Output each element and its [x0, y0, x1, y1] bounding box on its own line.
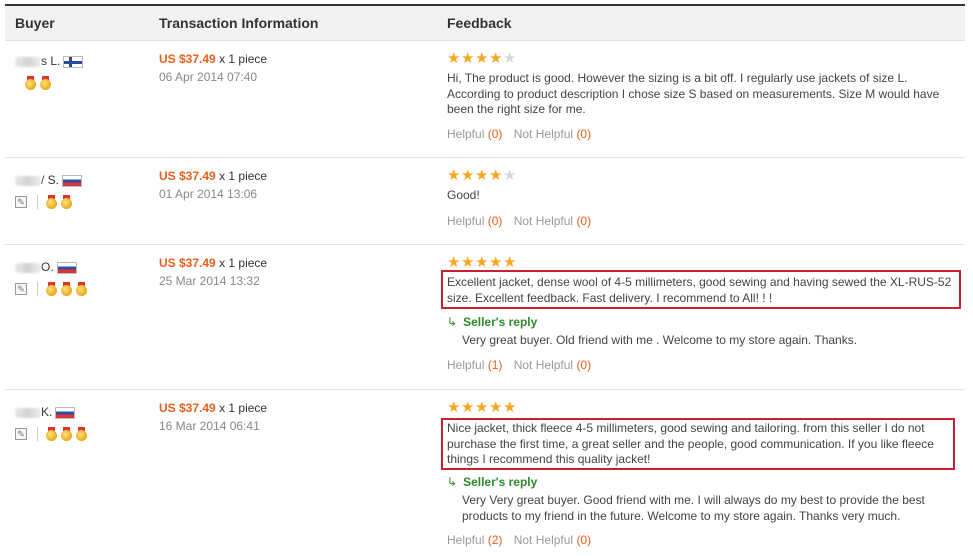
medal-icon: [40, 76, 51, 90]
redacted-name: [15, 175, 41, 186]
helpful-votes: Helpful (2) Not Helpful (0): [447, 533, 591, 547]
edit-icon[interactable]: ✎: [15, 428, 27, 440]
transaction-date: 16 Mar 2014 06:41: [159, 419, 260, 433]
medal-icon: [25, 76, 36, 90]
medal-icon: [76, 427, 87, 441]
not-helpful-link[interactable]: Not Helpful (0): [514, 127, 591, 141]
star-icon: ★: [503, 399, 517, 416]
transaction-column-header: Transaction Information: [159, 15, 319, 31]
russia-flag-icon: [56, 261, 77, 274]
transaction-price: US $37.49 x 1 piece: [159, 52, 268, 66]
medal-icon: [46, 427, 57, 441]
buyer-name[interactable]: K.: [15, 405, 76, 419]
transaction-price: US $37.49 x 1 piece: [159, 169, 268, 183]
not-helpful-link[interactable]: Not Helpful (0): [514, 533, 591, 547]
buyer-badges: ✎: [15, 282, 91, 296]
star-icon: ★: [475, 399, 489, 416]
star-icon: ★: [489, 399, 503, 416]
star-icon: ★: [489, 167, 503, 184]
rating-stars: ★ ★ ★ ★ ★: [447, 254, 517, 271]
helpful-link[interactable]: Helpful (0): [447, 127, 502, 141]
helpful-votes: Helpful (0) Not Helpful (0): [447, 127, 591, 141]
seller-reply-label: ↳ Seller's reply: [447, 475, 538, 489]
feedback-text: Nice jacket, thick fleece 4-5 millimeter…: [447, 421, 934, 466]
rating-stars: ★ ★ ★ ★ ★: [447, 167, 517, 184]
buyer-badges: [25, 76, 55, 90]
edit-icon[interactable]: ✎: [15, 196, 27, 208]
redacted-name: [15, 56, 41, 67]
review-row: K. ✎ US $37.49 x 1 piece 16 Mar 2014 06:…: [5, 390, 965, 555]
seller-reply-text: Very Very great buyer. Good friend with …: [462, 493, 925, 523]
not-helpful-link[interactable]: Not Helpful (0): [514, 358, 591, 372]
helpful-votes: Helpful (1) Not Helpful (0): [447, 358, 591, 372]
table-header: Buyer Transaction Information Feedback: [5, 6, 965, 41]
medal-icon: [61, 195, 72, 209]
buyer-column-header: Buyer: [15, 15, 55, 31]
russia-flag-icon: [62, 174, 83, 187]
star-icon: ★: [475, 167, 489, 184]
star-icon: ★: [447, 254, 461, 271]
buyer-name[interactable]: s L.: [15, 54, 84, 68]
buyer-name[interactable]: O.: [15, 260, 77, 274]
russia-flag-icon: [55, 406, 76, 419]
star-icon: ★: [489, 50, 503, 67]
feedback-text: Hi, The product is good. However the siz…: [447, 71, 940, 116]
rating-stars: ★ ★ ★ ★ ★: [447, 399, 517, 416]
medal-icon: [76, 282, 87, 296]
star-icon: ★: [447, 167, 461, 184]
reply-arrow-icon: ↳: [447, 475, 458, 489]
redacted-name: [15, 262, 41, 273]
feedback-column-header: Feedback: [447, 15, 512, 31]
star-empty-icon: ★: [503, 167, 517, 184]
feedback-text: Excellent jacket, dense wool of 4-5 mill…: [447, 275, 952, 305]
medal-icon: [46, 282, 57, 296]
transaction-price: US $37.49 x 1 piece: [159, 256, 268, 270]
star-icon: ★: [461, 399, 475, 416]
buyer-badges: ✎: [15, 195, 76, 209]
helpful-link[interactable]: Helpful (0): [447, 214, 502, 228]
seller-reply-label: ↳ Seller's reply: [447, 315, 538, 329]
star-icon: ★: [461, 167, 475, 184]
buyer-badges: ✎: [15, 427, 91, 441]
review-row: O. ✎ US $37.49 x 1 piece 25 Mar 2014 13:…: [5, 245, 965, 390]
medal-icon: [61, 427, 72, 441]
helpful-link[interactable]: Helpful (1): [447, 358, 502, 372]
helpful-link[interactable]: Helpful (2): [447, 533, 502, 547]
reply-arrow-icon: ↳: [447, 315, 458, 329]
finland-flag-icon: [63, 55, 84, 68]
star-icon: ★: [447, 50, 461, 67]
buyer-name[interactable]: / S.: [15, 173, 83, 187]
transaction-date: 01 Apr 2014 13:06: [159, 187, 258, 201]
redacted-name: [15, 407, 41, 418]
review-row: / S. ✎ US $37.49 x 1 piece 01 Apr 2014 1…: [5, 158, 965, 245]
star-icon: ★: [489, 254, 503, 271]
review-row: s L. US $37.49 x 1 piece 06 Apr 2014 07:…: [5, 41, 965, 158]
star-icon: ★: [447, 399, 461, 416]
rating-stars: ★ ★ ★ ★ ★: [447, 50, 517, 67]
feedback-text: Good!: [447, 188, 480, 202]
seller-reply-text: Very great buyer. Old friend with me . W…: [462, 333, 858, 347]
medal-icon: [46, 195, 57, 209]
transaction-date: 25 Mar 2014 13:32: [159, 274, 260, 288]
star-icon: ★: [461, 50, 475, 67]
not-helpful-link[interactable]: Not Helpful (0): [514, 214, 591, 228]
transaction-date: 06 Apr 2014 07:40: [159, 70, 258, 84]
star-icon: ★: [503, 254, 517, 271]
star-empty-icon: ★: [503, 50, 517, 67]
star-icon: ★: [475, 254, 489, 271]
star-icon: ★: [461, 254, 475, 271]
edit-icon[interactable]: ✎: [15, 283, 27, 295]
star-icon: ★: [475, 50, 489, 67]
medal-icon: [61, 282, 72, 296]
transaction-price: US $37.49 x 1 piece: [159, 401, 268, 415]
helpful-votes: Helpful (0) Not Helpful (0): [447, 214, 591, 228]
